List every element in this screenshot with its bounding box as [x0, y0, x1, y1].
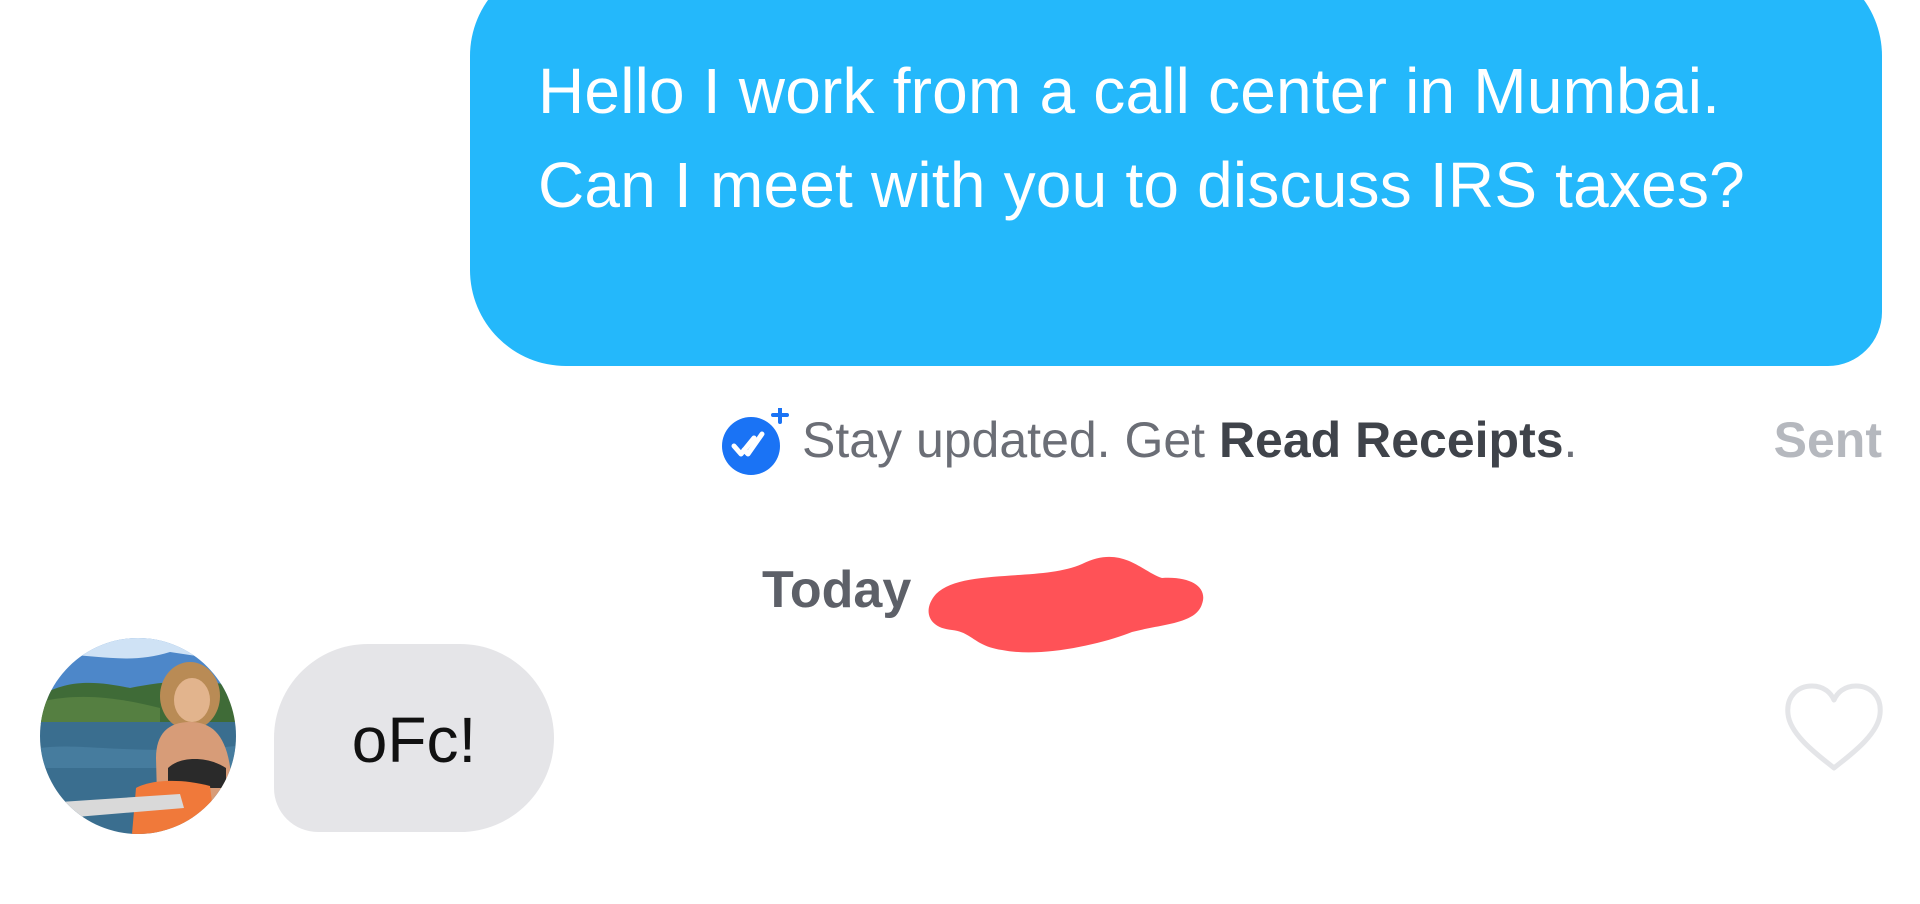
sent-status: Sent: [1773, 412, 1882, 468]
read-receipts-text[interactable]: Stay updated. Get Read Receipts.: [802, 408, 1577, 472]
read-receipts-suffix: .: [1563, 412, 1578, 468]
incoming-message-bubble[interactable]: oFc!: [274, 644, 554, 832]
avatar[interactable]: [40, 638, 236, 834]
double-check-plus-icon[interactable]: [720, 408, 790, 478]
date-label: Today: [762, 561, 912, 619]
redaction-scribble: [928, 556, 1204, 653]
read-receipts-link[interactable]: Read Receipts: [1219, 412, 1564, 468]
chat-screen: Hello I work from a call center in Mumba…: [0, 0, 1920, 904]
heart-outline-icon[interactable]: [1782, 680, 1886, 776]
read-receipts-prefix: Stay updated. Get: [802, 412, 1219, 468]
read-receipts-prompt: Stay updated. Get Read Receipts. Sent: [720, 402, 1882, 478]
incoming-message-text: oFc!: [351, 704, 477, 776]
outgoing-message-bubble[interactable]: Hello I work from a call center in Mumba…: [470, 0, 1882, 366]
outgoing-message-text: Hello I work from a call center in Mumba…: [538, 55, 1745, 221]
date-separator: Today: [762, 532, 1212, 662]
avatar-photo: [40, 638, 236, 834]
